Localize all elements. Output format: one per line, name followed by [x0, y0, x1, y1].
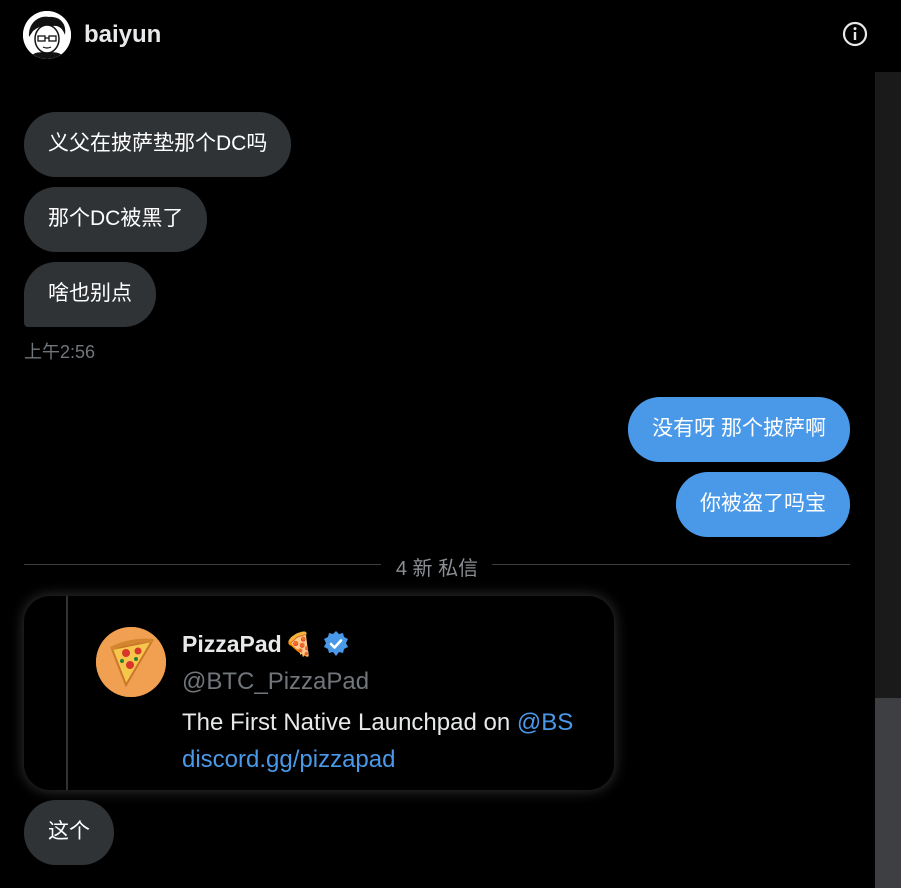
divider-line-right — [492, 564, 850, 565]
incoming-message[interactable]: 义父在披萨垫那个DC吗 — [24, 112, 292, 177]
profile-bio: The First Native Launchpad on @BS — [182, 709, 573, 737]
profile-handle: @BTC_PizzaPad — [182, 668, 370, 695]
new-messages-label: 4 新 私信 — [395, 558, 479, 580]
conversation-header: baiyun — [0, 0, 901, 72]
incoming-message[interactable]: 这个 — [24, 800, 114, 865]
incoming-message[interactable]: 啥也别点 — [24, 262, 156, 327]
user-avatar[interactable] — [23, 11, 71, 59]
profile-name-text: PizzaPad — [182, 630, 282, 657]
conversation-name[interactable]: baiyun — [84, 20, 161, 50]
pizza-emoji-icon: 🍕 — [284, 631, 314, 658]
info-icon — [842, 21, 868, 47]
outgoing-message[interactable]: 你被盗了吗宝 — [676, 472, 850, 537]
quote-bar — [66, 596, 68, 790]
pizza-slice-icon — [96, 627, 166, 697]
profile-display-name[interactable]: PizzaPad 🍕 — [182, 629, 351, 659]
new-messages-divider: 4 新 私信 — [24, 552, 850, 580]
bio-text: The First Native Launchpad on — [182, 709, 517, 736]
info-button[interactable] — [840, 19, 870, 49]
outgoing-message[interactable]: 没有呀 那个披萨啊 — [628, 397, 850, 462]
scrollbar-thumb[interactable] — [875, 698, 901, 888]
message-timestamp: 上午2:56 — [24, 342, 96, 362]
bio-mention-link[interactable]: @BS — [517, 709, 573, 736]
profile-avatar[interactable] — [96, 627, 166, 697]
profile-discord-link[interactable]: discord.gg/pizzapad — [182, 746, 395, 774]
incoming-message[interactable]: 那个DC被黑了 — [24, 187, 208, 252]
verified-badge-icon — [324, 631, 349, 656]
shared-profile-card[interactable]: PizzaPad 🍕 @BTC_PizzaPad The First Nativ… — [24, 596, 614, 790]
